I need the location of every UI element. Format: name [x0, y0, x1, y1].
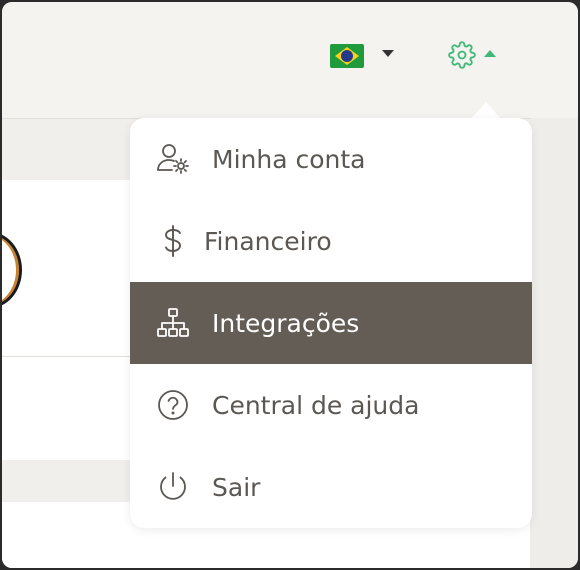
menu-item-central-de-ajuda[interactable]: Central de ajuda	[130, 364, 532, 446]
menu-item-minha-conta[interactable]: Minha conta	[130, 118, 532, 200]
dollar-icon	[165, 225, 181, 257]
background-panel-right	[530, 118, 578, 568]
power-icon	[160, 472, 186, 500]
menu-item-label: Integrações	[212, 308, 360, 338]
caret-up-icon[interactable]	[484, 50, 496, 57]
brazil-flag-icon[interactable]	[330, 44, 364, 68]
menu-item-label: Financeiro	[204, 226, 332, 256]
menu-item-sair[interactable]: Sair	[130, 446, 532, 528]
menu-item-financeiro[interactable]: Financeiro	[130, 200, 532, 282]
app-window: Minha conta Financeiro Integrações Centr…	[2, 2, 578, 568]
user-settings-icon	[157, 144, 189, 174]
menu-item-label: Minha conta	[212, 144, 366, 174]
menu-item-integracoes[interactable]: Integrações	[130, 282, 532, 364]
gear-icon[interactable]	[448, 41, 476, 69]
menu-item-label: Central de ajuda	[212, 390, 420, 420]
caret-down-icon[interactable]	[382, 50, 394, 57]
avatar	[2, 232, 22, 308]
menu-item-label: Sair	[212, 472, 261, 502]
question-circle-icon	[158, 390, 188, 420]
settings-dropdown-menu: Minha conta Financeiro Integrações Centr…	[130, 118, 532, 528]
sitemap-icon	[157, 308, 189, 337]
